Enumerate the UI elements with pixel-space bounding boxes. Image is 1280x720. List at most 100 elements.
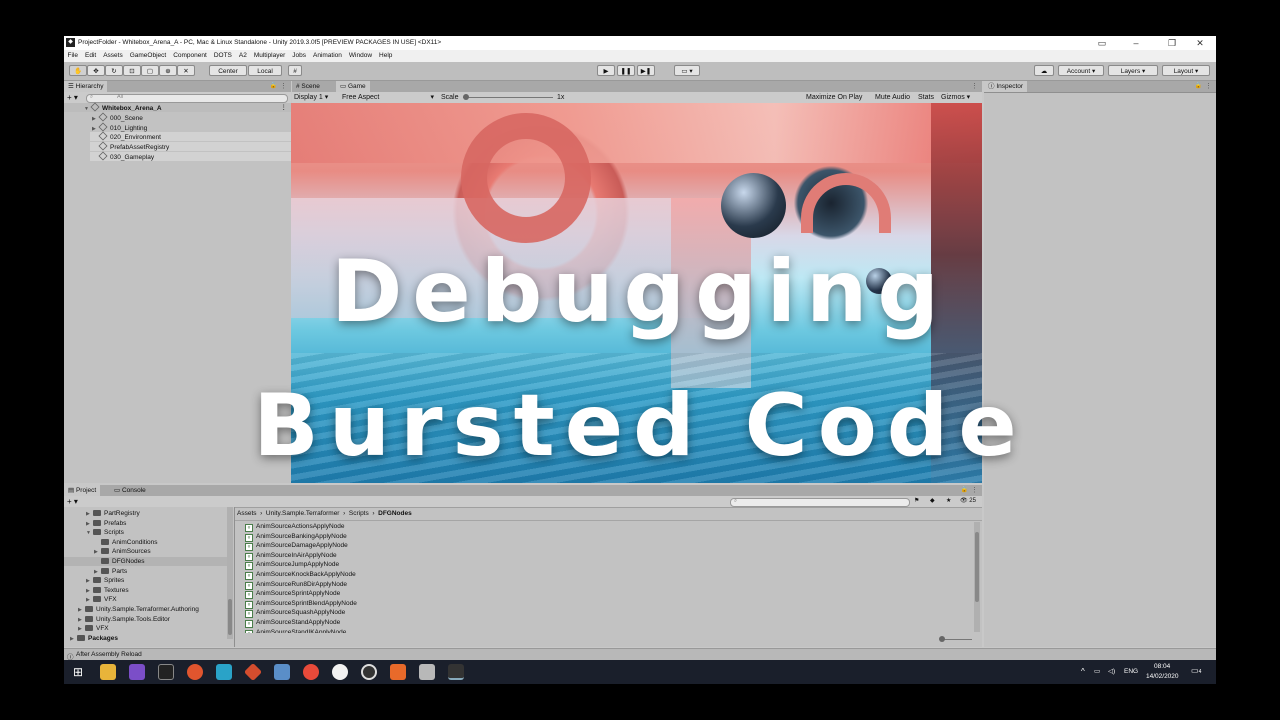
- favorites-icon[interactable]: ★: [946, 496, 951, 507]
- custom-tool-icon[interactable]: ✕: [177, 65, 195, 76]
- menu-multiplayer[interactable]: Multiplayer: [250, 50, 288, 62]
- tree-item[interactable]: AnimConditions: [64, 538, 227, 547]
- tree-item[interactable]: ▶ VFX: [64, 595, 227, 604]
- file-item[interactable]: # AnimSourceStandApplyNode: [245, 618, 340, 628]
- breadcrumb-item[interactable]: Unity.Sample.Terraformer: [266, 510, 340, 517]
- account-dropdown[interactable]: Account ▾: [1058, 65, 1104, 76]
- minimize-button[interactable]: –: [1124, 37, 1148, 49]
- notification-icon[interactable]: ▭4: [1191, 666, 1201, 675]
- windows-start-icon[interactable]: ⊞: [70, 664, 86, 680]
- layout-dropdown[interactable]: Layout ▾: [1162, 65, 1210, 76]
- project-search-input[interactable]: ⌕: [730, 498, 910, 507]
- stats-toggle[interactable]: Stats: [918, 92, 934, 103]
- file-item[interactable]: # AnimSourceActionsApplyNode: [245, 522, 345, 532]
- icon-size-handle[interactable]: [939, 636, 945, 642]
- language-indicator[interactable]: ENG: [1124, 668, 1138, 675]
- tree-item[interactable]: ▶ Packages: [64, 634, 227, 643]
- terminal-icon[interactable]: [158, 664, 174, 680]
- unity-hub-icon[interactable]: [361, 664, 377, 680]
- scale-slider-track[interactable]: [463, 97, 553, 98]
- create-dropdown[interactable]: + ▾: [67, 92, 78, 103]
- tree-item[interactable]: ▶ VFX: [64, 624, 227, 633]
- panel-menu-icon[interactable]: ⋮: [971, 82, 978, 90]
- panel-menu-icon[interactable]: ⋮: [280, 82, 287, 90]
- unity-editor-taskbar-icon[interactable]: [448, 664, 464, 680]
- file-item[interactable]: # AnimSourceDamageApplyNode: [245, 541, 348, 552]
- tree-item[interactable]: ▶ Parts: [64, 567, 227, 576]
- tree-item[interactable]: DFGNodes: [64, 557, 227, 566]
- visual-studio-icon[interactable]: [129, 664, 145, 680]
- step-button[interactable]: ▶❚: [637, 65, 655, 76]
- cloud-icon[interactable]: ☁: [1034, 65, 1054, 76]
- scale-tool-icon[interactable]: ⊡: [123, 65, 141, 76]
- brave-browser-icon[interactable]: [187, 664, 203, 680]
- app-icon[interactable]: [390, 664, 406, 680]
- aspect-dropdown[interactable]: Free Aspect ▾: [342, 92, 434, 103]
- tab-game[interactable]: ▭ Game: [336, 81, 370, 92]
- menu-help[interactable]: Help: [376, 50, 396, 62]
- scale-slider-handle[interactable]: [463, 94, 469, 100]
- create-dropdown[interactable]: + ▾: [67, 496, 78, 507]
- tray-chevron-icon[interactable]: ^: [1081, 667, 1085, 676]
- grid-snap-icon[interactable]: #: [288, 65, 302, 76]
- expand-right-icon[interactable]: ▶: [70, 635, 77, 644]
- layers-dropdown[interactable]: Layers ▾: [1108, 65, 1158, 76]
- menu-assets[interactable]: Assets: [100, 50, 127, 62]
- tab-inspector[interactable]: ⓘ Inspector: [984, 81, 1028, 92]
- hierarchy-item[interactable]: 030_Gameplay: [90, 151, 291, 161]
- file-item[interactable]: # AnimSourceRun8DirApplyNode: [245, 580, 347, 590]
- pause-button[interactable]: ❚❚: [617, 65, 635, 76]
- tab-scene[interactable]: # Scene: [292, 81, 324, 92]
- menu-dots[interactable]: DOTS: [210, 50, 235, 62]
- app-icon[interactable]: [216, 664, 232, 680]
- tree-item[interactable]: ▼ Scripts: [64, 528, 227, 537]
- gizmos-dropdown[interactable]: Gizmos ▾: [941, 92, 970, 103]
- clock-time[interactable]: 08:04: [1154, 663, 1170, 670]
- transform-tool-icon[interactable]: ⊕: [159, 65, 177, 76]
- lock-icon[interactable]: 🔒: [1195, 82, 1202, 89]
- menu-gameobject[interactable]: GameObject: [126, 50, 170, 62]
- tab-console[interactable]: ▭ Console: [110, 485, 150, 496]
- tree-item[interactable]: ▶ Sprites: [64, 576, 227, 585]
- network-icon[interactable]: ▭: [1094, 667, 1100, 675]
- file-item[interactable]: # AnimSourceSprintBlendApplyNode: [245, 599, 357, 609]
- file-item[interactable]: # AnimSourceInAirApplyNode: [245, 551, 337, 561]
- tree-scroll-thumb[interactable]: [228, 599, 232, 635]
- scene-menu-icon[interactable]: ⋮: [281, 103, 288, 112]
- tree-item[interactable]: ▶ Prefabs: [64, 519, 227, 528]
- restore-button[interactable]: ❐: [1160, 37, 1184, 49]
- file-item[interactable]: # AnimSourceSquashApplyNode: [245, 608, 345, 619]
- hierarchy-item[interactable]: ▶ 000_Scene: [64, 112, 143, 122]
- tree-item[interactable]: ▶ Unity.Sample.Terraformer.Authoring: [64, 605, 227, 614]
- pivot-local-button[interactable]: Local: [248, 65, 282, 76]
- file-item[interactable]: # AnimSourceBankingApplyNode: [245, 532, 347, 542]
- search-by-type-icon[interactable]: ⚑: [914, 496, 919, 507]
- breadcrumb-item[interactable]: Scripts: [349, 510, 369, 517]
- menu-file[interactable]: File: [64, 50, 81, 62]
- git-icon[interactable]: [243, 662, 263, 682]
- app-icon[interactable]: [303, 664, 319, 680]
- move-tool-icon[interactable]: ✥: [87, 65, 105, 76]
- mute-audio-toggle[interactable]: Mute Audio: [875, 92, 910, 103]
- app-icon[interactable]: [419, 664, 435, 680]
- file-scroll-thumb[interactable]: [975, 532, 979, 602]
- panel-menu-icon[interactable]: ⋮: [971, 486, 978, 494]
- lock-icon[interactable]: 🔒: [961, 486, 968, 493]
- panel-menu-icon[interactable]: ⋮: [1205, 82, 1212, 90]
- volume-icon[interactable]: ◁): [1108, 667, 1115, 675]
- file-item[interactable]: # AnimSourceSprintApplyNode: [245, 589, 340, 600]
- hierarchy-item[interactable]: 020_Environment: [90, 131, 291, 141]
- clock-date[interactable]: 14/02/2020: [1146, 673, 1179, 680]
- hierarchy-search-input[interactable]: ⌕ All: [86, 94, 288, 103]
- play-button[interactable]: ▶: [597, 65, 615, 76]
- menu-edit[interactable]: Edit: [81, 50, 99, 62]
- pivot-center-button[interactable]: Center: [209, 65, 247, 76]
- file-explorer-icon[interactable]: [100, 664, 116, 680]
- notepad-icon[interactable]: [274, 664, 290, 680]
- menu-jobs[interactable]: Jobs: [289, 50, 310, 62]
- hierarchy-item[interactable]: PrefabAssetRegistry: [90, 141, 291, 151]
- tree-item[interactable]: ▶ AnimSources: [64, 547, 227, 556]
- collaborate-icon[interactable]: ▭: [1090, 37, 1114, 49]
- scene-row[interactable]: ▼ Whitebox_Arena_A ⋮: [64, 102, 291, 112]
- menu-component[interactable]: Component: [170, 50, 211, 62]
